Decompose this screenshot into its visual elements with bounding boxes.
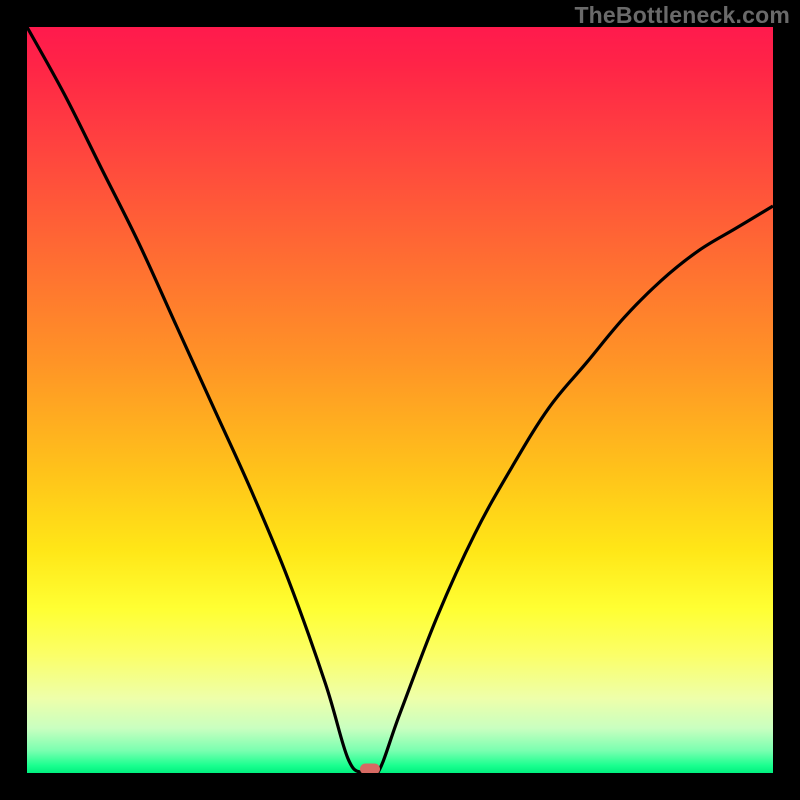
chart-frame: TheBottleneck.com — [0, 0, 800, 800]
plot-area — [27, 27, 773, 773]
bottleneck-curve — [27, 27, 773, 773]
watermark-text: TheBottleneck.com — [574, 2, 790, 29]
optimal-marker — [360, 764, 380, 773]
